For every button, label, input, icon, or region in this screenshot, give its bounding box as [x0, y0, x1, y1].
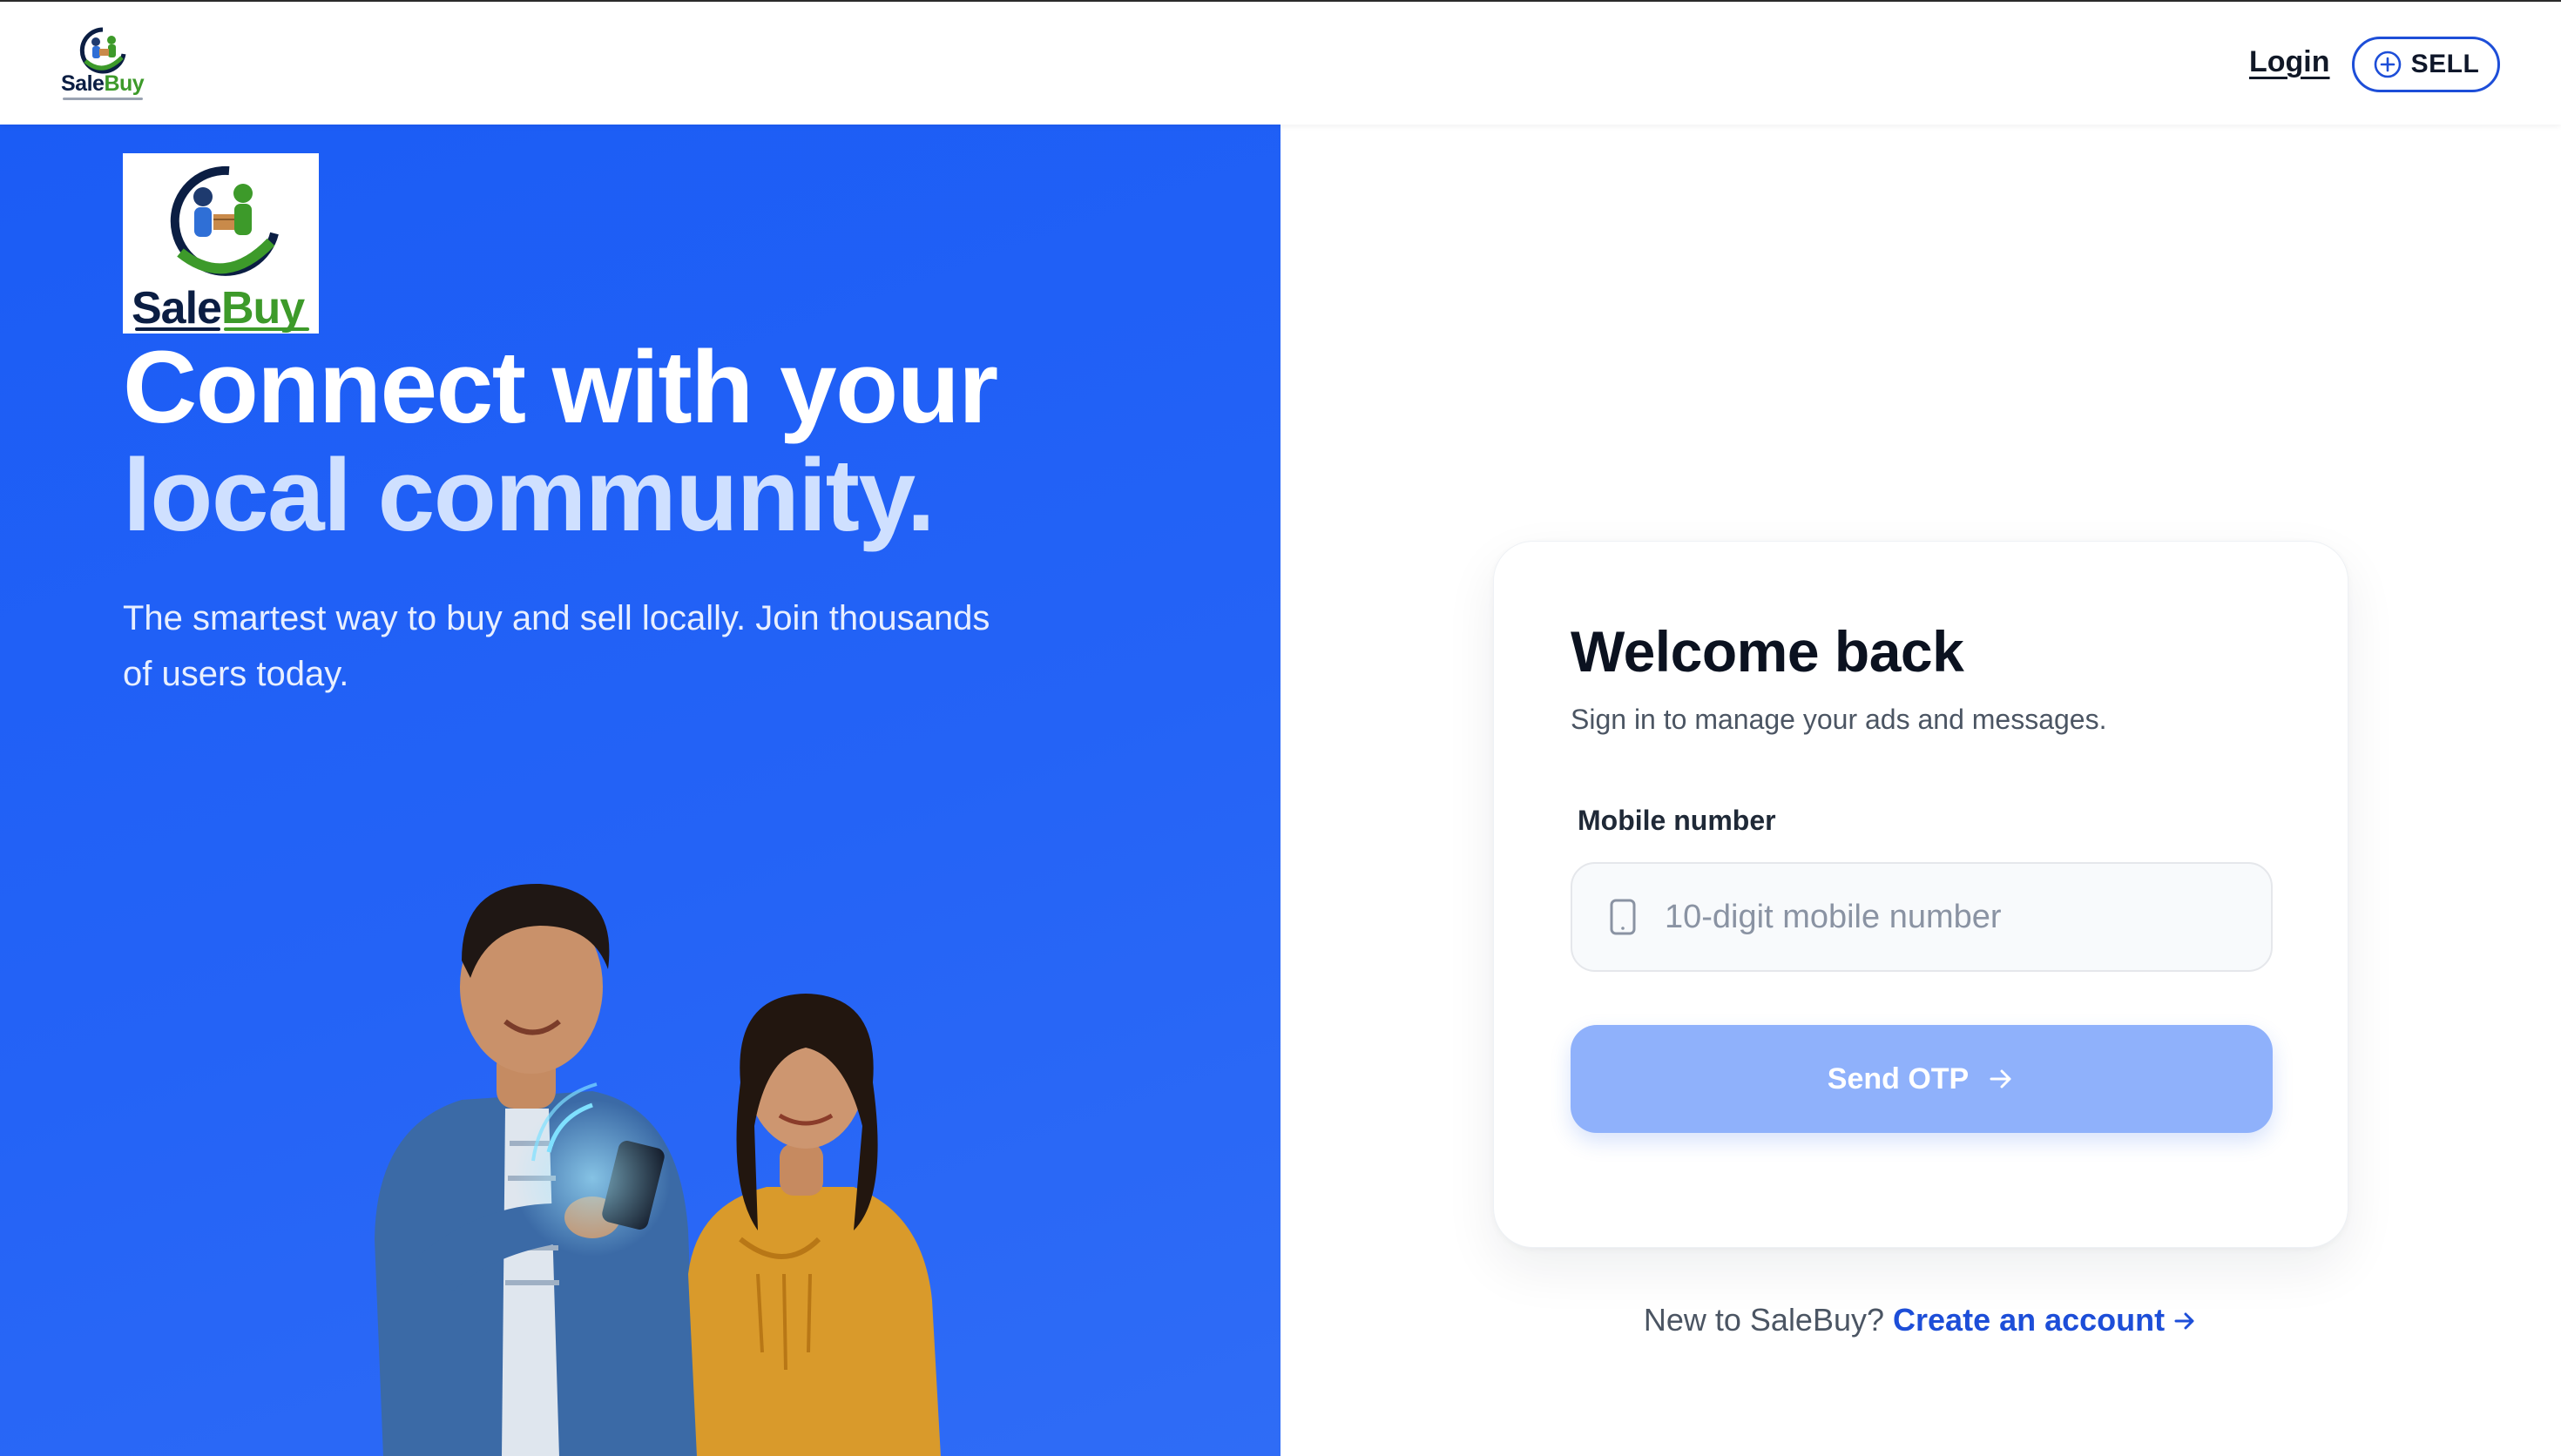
signup-prompt-text: New to SaleBuy? [1643, 1302, 1885, 1338]
plus-circle-icon [2374, 51, 2401, 78]
logo-wordmark: SaleBuy [132, 282, 305, 334]
send-otp-label: Send OTP [1827, 1062, 1970, 1095]
sell-button-label: SELL [2410, 50, 2480, 78]
hero-panel: SaleBuy Connect with your local communit… [0, 125, 1280, 1456]
hero-subtitle: The smartest way to buy and sell locally… [123, 599, 990, 693]
send-otp-button[interactable]: Send OTP [1571, 1025, 2273, 1133]
mobile-number-field[interactable] [1571, 862, 2273, 972]
arrow-right-icon [1990, 1069, 2011, 1089]
top-navbar: SaleBuy Login SELL [0, 0, 2561, 125]
login-panel: Welcome back Sign in to manage your ads … [1280, 125, 2561, 1456]
sell-button[interactable]: SELL [2352, 37, 2500, 92]
hero-title-line1: Connect with your [123, 330, 998, 445]
logo-wordmark: SaleBuy [61, 71, 145, 97]
login-link[interactable]: Login [2249, 45, 2330, 79]
salebuy-logo[interactable]: SaleBuy [57, 26, 148, 103]
create-account-label: Create an account [1893, 1302, 2166, 1338]
phone-icon [1610, 899, 1636, 935]
signup-prompt-row: New to SaleBuy? Create an account [1280, 1302, 2561, 1338]
mobile-number-input[interactable] [1665, 898, 2257, 936]
hero-logo: SaleBuy [123, 153, 319, 334]
login-card-title: Welcome back [1571, 619, 1964, 684]
logo-tagline-bar [63, 98, 143, 100]
hero-title: Connect with your local community. [123, 334, 1168, 549]
hero-people-illustration [375, 883, 941, 1456]
create-account-link[interactable]: Create an account [1893, 1302, 2198, 1338]
logo-mark-icon [79, 27, 126, 74]
logo-mark-icon [170, 165, 279, 276]
mobile-number-label: Mobile number [1578, 805, 1776, 836]
logo-sale-text: Sale [61, 71, 105, 96]
login-card: Welcome back Sign in to manage your ads … [1493, 541, 2348, 1248]
logo-sale-text: Sale [132, 283, 222, 334]
hero-title-line2: local community. [123, 438, 936, 553]
login-card-subtitle: Sign in to manage your ads and messages. [1571, 704, 2107, 735]
arrow-right-icon [2174, 1312, 2194, 1330]
logo-buy-text: Buy [104, 71, 145, 96]
logo-buy-text: Buy [220, 283, 305, 334]
